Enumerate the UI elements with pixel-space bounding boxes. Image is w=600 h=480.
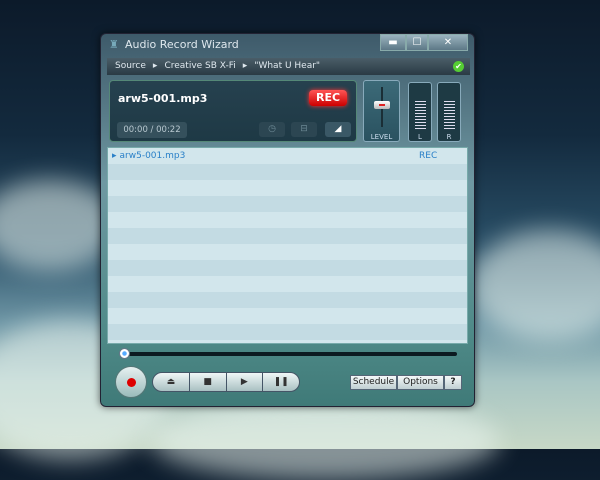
play-arrow-icon: ▸: [112, 151, 117, 161]
schedule-button[interactable]: Schedule: [350, 375, 397, 390]
chevron-right-icon: ▸: [152, 61, 158, 71]
level-slider[interactable]: LEVEL: [363, 80, 400, 142]
current-filename: arw5-001.mp3: [118, 92, 208, 105]
seek-handle[interactable]: [119, 348, 130, 359]
list-item-name: arw5-001.mp3: [119, 151, 186, 161]
meter-right: R: [437, 82, 461, 142]
options-button[interactable]: Options: [397, 375, 444, 390]
breadcrumb-source[interactable]: Source: [115, 58, 146, 75]
recording-panel: arw5-001.mp3 REC 00:00 / 00:22 ◷ ⊟ ◢: [109, 80, 357, 142]
time-display: 00:00 / 00:22: [117, 122, 187, 138]
clock-icon[interactable]: ◷: [259, 122, 285, 137]
help-button[interactable]: ?: [444, 375, 462, 390]
stop-button[interactable]: ■: [190, 373, 227, 391]
voice-activation-icon[interactable]: ◢: [325, 122, 351, 137]
meter-left-label: L: [418, 133, 422, 141]
breadcrumb: Source ▸ Creative SB X-Fi ▸ "What U Hear…: [107, 58, 470, 75]
minimize-button[interactable]: ▬: [380, 34, 406, 51]
meter-left: L: [408, 82, 432, 142]
transport-controls: ⏏ ■ ▶ ❚❚: [152, 372, 300, 392]
close-button[interactable]: ✕: [428, 34, 468, 51]
level-slider-handle[interactable]: [374, 101, 390, 109]
rec-indicator: REC: [309, 90, 347, 106]
record-button[interactable]: [115, 366, 147, 398]
check-icon: ✔: [453, 61, 464, 72]
split-icon[interactable]: ⊟: [291, 122, 317, 137]
app-icon: ♜: [109, 38, 119, 51]
chevron-right-icon: ▸: [242, 61, 248, 71]
breadcrumb-device[interactable]: Creative SB X-Fi: [164, 58, 235, 75]
breadcrumb-input[interactable]: "What U Hear": [254, 58, 320, 75]
list-item-status: REC: [419, 151, 438, 161]
record-icon: [127, 378, 136, 387]
pause-button[interactable]: ❚❚: [263, 373, 299, 391]
app-window: ♜ Audio Record Wizard ▬ ☐ ✕ Source ▸ Cre…: [100, 33, 475, 407]
window-title: Audio Record Wizard: [125, 38, 239, 51]
level-label: LEVEL: [370, 133, 393, 141]
seek-bar[interactable]: [123, 352, 457, 356]
maximize-button[interactable]: ☐: [406, 34, 428, 51]
play-button[interactable]: ▶: [227, 373, 264, 391]
list-item[interactable]: ▸ arw5-001.mp3 REC: [108, 148, 467, 164]
recordings-list[interactable]: ▸ arw5-001.mp3 REC: [107, 147, 468, 344]
meter-right-label: R: [446, 133, 452, 141]
eject-button[interactable]: ⏏: [153, 373, 190, 391]
